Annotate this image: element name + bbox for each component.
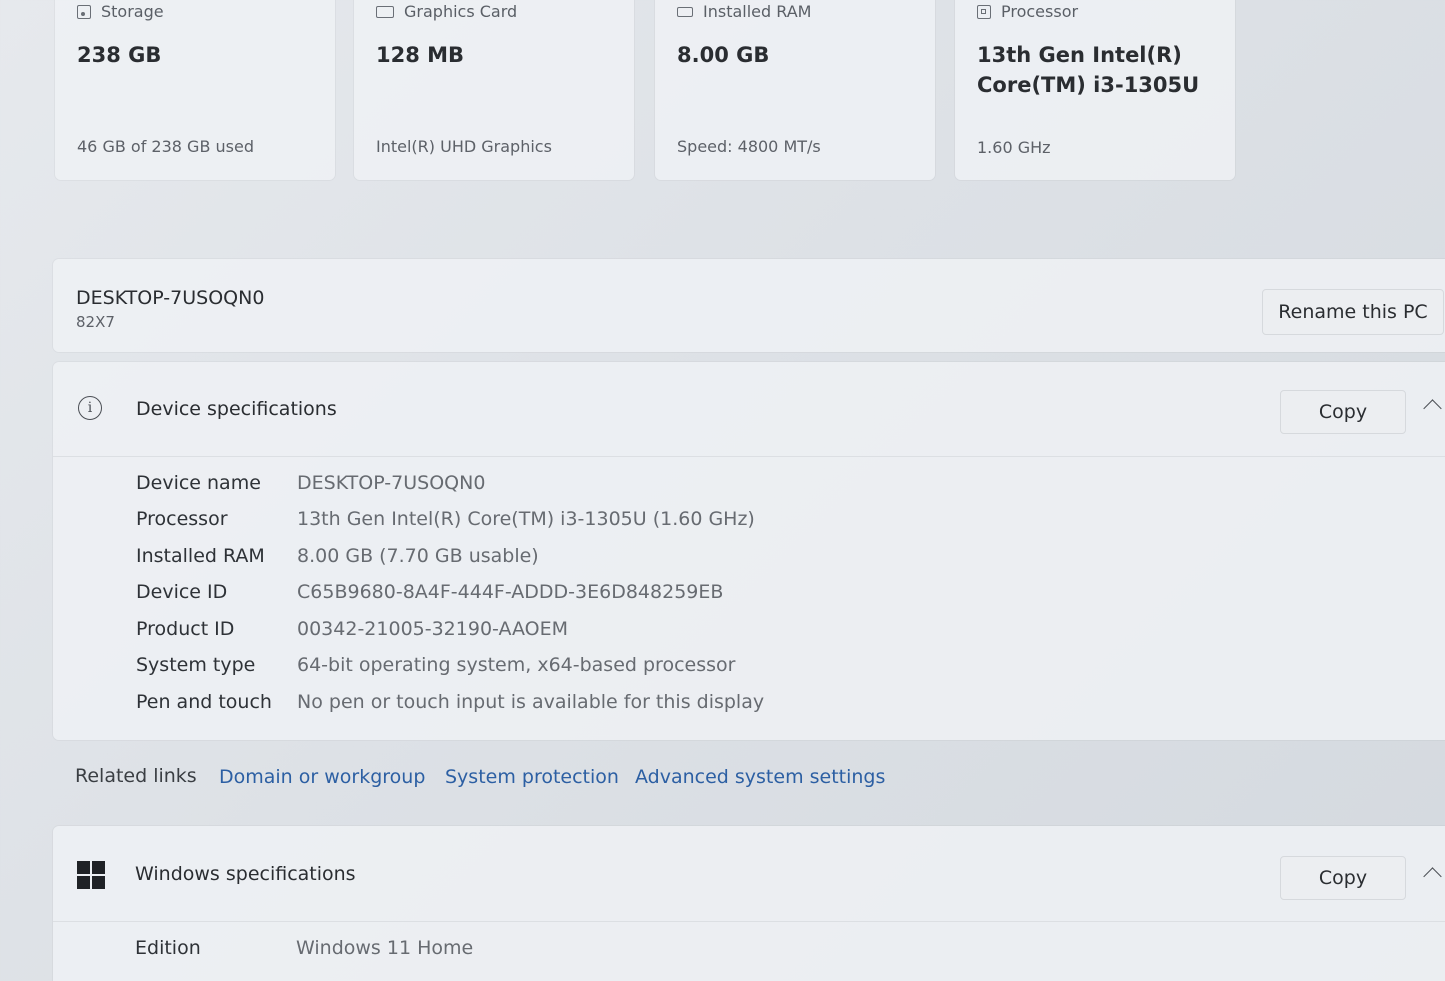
installed-ram-sub: Speed: 4800 MT/s <box>677 137 821 156</box>
windows-specifications-title: Windows specifications <box>135 863 356 885</box>
windows-logo-icon <box>77 861 105 889</box>
system-protection-link[interactable]: System protection <box>445 766 619 788</box>
device-specifications-section: i Device specifications Copy Device name… <box>53 362 1445 740</box>
spec-value: 00342-21005-32190-AAOEM <box>297 618 569 640</box>
copy-windows-specs-button[interactable]: Copy <box>1280 856 1406 900</box>
processor-card: Processor 13th Gen Intel(R) Core(TM) i3-… <box>955 0 1235 180</box>
graphics-card-value: 128 MB <box>376 43 465 67</box>
spec-label: Device name <box>136 472 261 494</box>
installed-ram-card: Installed RAM 8.00 GB Speed: 4800 MT/s <box>655 0 935 180</box>
spec-value: 13th Gen Intel(R) Core(TM) i3-1305U (1.6… <box>297 508 755 530</box>
storage-card-value: 238 GB <box>77 43 162 67</box>
copy-device-specs-button[interactable]: Copy <box>1280 390 1406 434</box>
windows-specifications-section: Windows specifications Copy Edition Wind… <box>53 826 1445 981</box>
spec-label: Edition <box>135 937 201 959</box>
device-name-card: DESKTOP-7USOQN0 82X7 Rename this PC <box>53 259 1445 352</box>
spec-value: No pen or touch input is available for t… <box>297 691 765 713</box>
spec-value: DESKTOP-7USOQN0 <box>297 472 486 494</box>
spec-value: C65B9680-8A4F-444F-ADDD-3E6D848259EB <box>297 581 724 603</box>
chevron-up-icon[interactable] <box>1423 867 1442 886</box>
installed-ram-value: 8.00 GB <box>677 43 770 67</box>
graphics-card-icon <box>376 5 394 18</box>
spec-label: Processor <box>136 508 228 530</box>
device-specifications-title: Device specifications <box>136 398 337 420</box>
processor-value: 13th Gen Intel(R) Core(TM) i3-1305U <box>977 40 1217 100</box>
rename-pc-button[interactable]: Rename this PC <box>1262 289 1444 335</box>
installed-ram-label: Installed RAM <box>703 2 812 21</box>
processor-value-line2: Core(TM) i3-1305U <box>977 73 1200 97</box>
spec-label: Device ID <box>136 581 228 603</box>
processor-label: Processor <box>1001 2 1079 21</box>
storage-card-sub: 46 GB of 238 GB used <box>77 137 254 156</box>
graphics-card-sub: Intel(R) UHD Graphics <box>376 137 552 156</box>
storage-card: Storage 238 GB 46 GB of 238 GB used <box>55 0 335 180</box>
info-icon: i <box>78 396 102 420</box>
windows-specifications-header[interactable]: Windows specifications Copy <box>53 826 1445 922</box>
storage-icon <box>77 4 91 19</box>
spec-label: Installed RAM <box>136 545 265 567</box>
chevron-up-icon[interactable] <box>1423 399 1442 418</box>
spec-label: Pen and touch <box>136 691 272 713</box>
spec-label: Product ID <box>136 618 235 640</box>
spec-value: 64-bit operating system, x64-based proce… <box>297 654 736 676</box>
ram-icon <box>677 6 693 17</box>
storage-card-label: Storage <box>101 2 164 21</box>
graphics-card-card: Graphics Card 128 MB Intel(R) UHD Graphi… <box>354 0 634 180</box>
domain-or-workgroup-link[interactable]: Domain or workgroup <box>219 766 425 788</box>
related-links-label: Related links <box>75 765 197 787</box>
spec-label: System type <box>136 654 256 676</box>
spec-value: 8.00 GB (7.70 GB usable) <box>297 545 539 567</box>
device-specifications-header[interactable]: i Device specifications Copy <box>53 362 1445 457</box>
processor-value-line1: 13th Gen Intel(R) <box>977 43 1182 67</box>
device-model: 82X7 <box>76 313 115 331</box>
related-links-bar: Related links Domain or workgroup System… <box>53 743 1445 813</box>
spec-value: Windows 11 Home <box>296 937 474 959</box>
graphics-card-label: Graphics Card <box>404 2 518 21</box>
processor-sub: 1.60 GHz <box>977 138 1051 157</box>
processor-icon <box>977 4 991 19</box>
advanced-system-settings-link[interactable]: Advanced system settings <box>635 766 885 788</box>
device-name: DESKTOP-7USOQN0 <box>76 287 265 309</box>
